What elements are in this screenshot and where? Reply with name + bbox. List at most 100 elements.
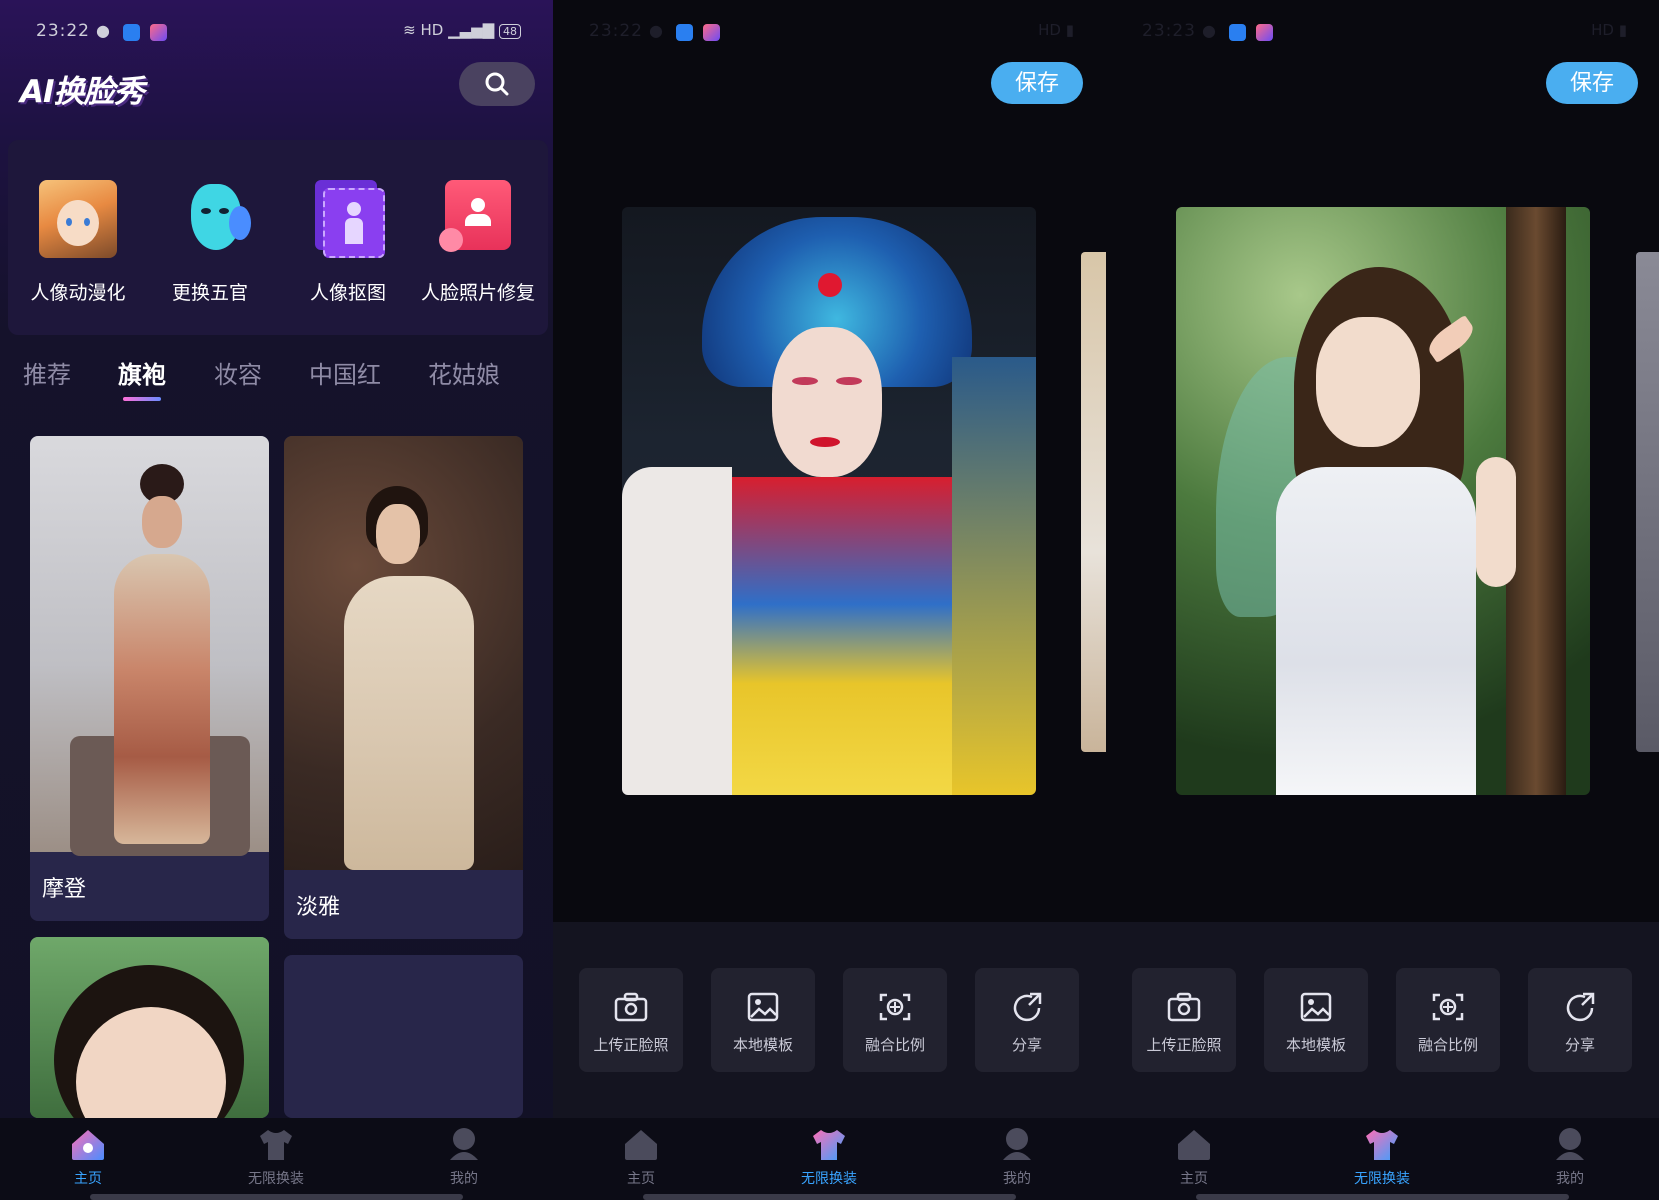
nav-home[interactable]: 主页 bbox=[33, 1126, 143, 1188]
cutout-icon bbox=[309, 180, 387, 258]
nav-label: 我的 bbox=[1003, 1171, 1031, 1187]
next-template-peek[interactable] bbox=[1636, 252, 1659, 752]
face-scan-icon bbox=[1432, 993, 1464, 1021]
feature-change-features[interactable]: 更换五官 bbox=[145, 180, 275, 305]
feature-photo-repair[interactable]: 人脸照片修复 bbox=[413, 180, 543, 305]
share-icon bbox=[1566, 992, 1595, 1022]
upload-face-button[interactable]: 上传正脸照 bbox=[1132, 968, 1236, 1072]
signal-icon: ▁▃▅▇ bbox=[448, 21, 495, 39]
chat-icon: ● bbox=[1202, 21, 1216, 40]
home-icon bbox=[72, 1130, 104, 1160]
local-template-button[interactable]: 本地模板 bbox=[1264, 968, 1368, 1072]
camera-icon bbox=[1167, 992, 1201, 1022]
nav-label: 无限换装 bbox=[1354, 1171, 1410, 1187]
nav-home[interactable]: 主页 bbox=[1139, 1126, 1249, 1188]
status-time: 23:22 bbox=[36, 21, 90, 41]
tab-makeup[interactable]: 妆容 bbox=[214, 355, 262, 390]
outfit-icon bbox=[1366, 1130, 1398, 1160]
feature-anime-portrait[interactable]: 人像动漫化 bbox=[13, 180, 143, 305]
triple-screenshot: 23:22 ● ≋ HD ▁▃▅▇ 48 AI换脸秀 人像动漫化 更换五官 人像… bbox=[0, 0, 1659, 1200]
status-right: ≋ HD ▁▃▅▇ 48 bbox=[403, 21, 521, 39]
blend-ratio-button[interactable]: 融合比例 bbox=[843, 968, 947, 1072]
chat-icon: ● bbox=[649, 21, 663, 40]
app-notification-icon bbox=[123, 24, 140, 41]
app-notification-icon bbox=[703, 24, 720, 41]
share-button[interactable]: 分享 bbox=[975, 968, 1079, 1072]
status-bar: 23:22 ● ≋ HD ▁▃▅▇ 48 bbox=[0, 18, 553, 48]
search-button[interactable] bbox=[459, 62, 535, 106]
save-button[interactable]: 保存 bbox=[1546, 62, 1638, 104]
profile-icon bbox=[1003, 1128, 1031, 1160]
template-photo bbox=[1176, 207, 1590, 795]
nav-outfit[interactable]: 无限换装 bbox=[1327, 1126, 1437, 1188]
battery-icon: 48 bbox=[499, 24, 521, 39]
nav-home[interactable]: 主页 bbox=[586, 1126, 696, 1188]
battery-icon: ▮ bbox=[1618, 21, 1627, 39]
anime-portrait-icon bbox=[39, 180, 117, 258]
nav-profile[interactable]: 我的 bbox=[962, 1126, 1072, 1188]
nav-outfit[interactable]: 无限换装 bbox=[774, 1126, 884, 1188]
chat-icon: ● bbox=[96, 21, 110, 40]
tool-label: 分享 bbox=[1564, 1036, 1595, 1054]
next-template-peek[interactable] bbox=[1081, 252, 1106, 752]
save-button[interactable]: 保存 bbox=[991, 62, 1083, 104]
status-right: HD ▮ bbox=[1038, 21, 1074, 39]
blend-ratio-button[interactable]: 融合比例 bbox=[1396, 968, 1500, 1072]
nav-label: 我的 bbox=[450, 1171, 478, 1187]
tab-qipao[interactable]: 旗袍 bbox=[118, 355, 166, 390]
status-bar: 23:22 ● HD ▮ bbox=[553, 18, 1106, 48]
nav-label: 我的 bbox=[1556, 1171, 1584, 1187]
tool-label: 上传正脸照 bbox=[593, 1036, 669, 1054]
network-type: HD bbox=[1591, 21, 1614, 39]
tab-flower-girl[interactable]: 花姑娘 bbox=[428, 355, 500, 390]
app-notification-icon bbox=[676, 24, 693, 41]
tab-recommend[interactable]: 推荐 bbox=[23, 355, 71, 390]
feature-label: 人像动漫化 bbox=[30, 282, 126, 304]
status-bar: 23:23 ● HD ▮ bbox=[1106, 18, 1659, 48]
nav-profile[interactable]: 我的 bbox=[409, 1126, 519, 1188]
template-photo bbox=[622, 207, 1036, 795]
wifi-icon: ≋ bbox=[403, 21, 416, 39]
nav-label: 主页 bbox=[1180, 1171, 1208, 1187]
template-card[interactable]: 摩登 bbox=[30, 436, 269, 921]
nav-label: 无限换装 bbox=[248, 1171, 304, 1187]
template-thumbnail bbox=[284, 436, 523, 870]
gesture-bar bbox=[1196, 1194, 1569, 1200]
template-card[interactable]: 淡雅 bbox=[284, 436, 523, 939]
nav-label: 主页 bbox=[74, 1171, 102, 1187]
nav-outfit[interactable]: 无限换装 bbox=[221, 1126, 331, 1188]
template-card[interactable] bbox=[30, 937, 269, 1118]
face-mask-icon bbox=[171, 180, 251, 258]
home-icon bbox=[1178, 1130, 1210, 1160]
tool-label: 融合比例 bbox=[864, 1036, 925, 1054]
template-thumbnail bbox=[30, 436, 269, 856]
category-tabs: 推荐 旗袍 妆容 中国红 花姑娘 bbox=[0, 355, 553, 405]
status-right: HD ▮ bbox=[1591, 21, 1627, 39]
share-button[interactable]: 分享 bbox=[1528, 968, 1632, 1072]
app-notification-icon bbox=[150, 24, 167, 41]
active-tab-indicator bbox=[123, 397, 161, 401]
profile-icon bbox=[1556, 1128, 1584, 1160]
camera-icon bbox=[614, 992, 648, 1022]
feature-cutout[interactable]: 人像抠图 bbox=[283, 180, 413, 305]
editor-screen-fairy: 23:23 ● HD ▮ 保存 上传正脸照 本地模板 融合比例 分享 主页 无限… bbox=[1106, 0, 1659, 1200]
status-time: 23:23 bbox=[1142, 21, 1196, 41]
home-screen: 23:22 ● ≋ HD ▁▃▅▇ 48 AI换脸秀 人像动漫化 更换五官 人像… bbox=[0, 0, 553, 1200]
upload-face-button[interactable]: 上传正脸照 bbox=[579, 968, 683, 1072]
editor-screen-opera: 23:22 ● HD ▮ 保存 上传正脸照 本地模板 融合比例 分享 主页 无限… bbox=[553, 0, 1106, 1200]
network-type: HD bbox=[1038, 21, 1061, 39]
status-time: 23:22 bbox=[589, 21, 643, 41]
feature-label: 人像抠图 bbox=[309, 282, 386, 304]
outfit-icon bbox=[813, 1130, 845, 1160]
tool-label: 本地模板 bbox=[732, 1036, 793, 1054]
template-card-placeholder[interactable] bbox=[284, 955, 523, 1118]
nav-label: 无限换装 bbox=[801, 1171, 857, 1187]
nav-label: 主页 bbox=[627, 1171, 655, 1187]
template-thumbnail bbox=[30, 937, 269, 1118]
tab-china-red[interactable]: 中国红 bbox=[309, 355, 381, 390]
search-icon bbox=[485, 72, 509, 96]
nav-profile[interactable]: 我的 bbox=[1515, 1126, 1625, 1188]
tool-label: 分享 bbox=[1011, 1036, 1042, 1054]
app-notification-icon bbox=[1256, 24, 1273, 41]
local-template-button[interactable]: 本地模板 bbox=[711, 968, 815, 1072]
